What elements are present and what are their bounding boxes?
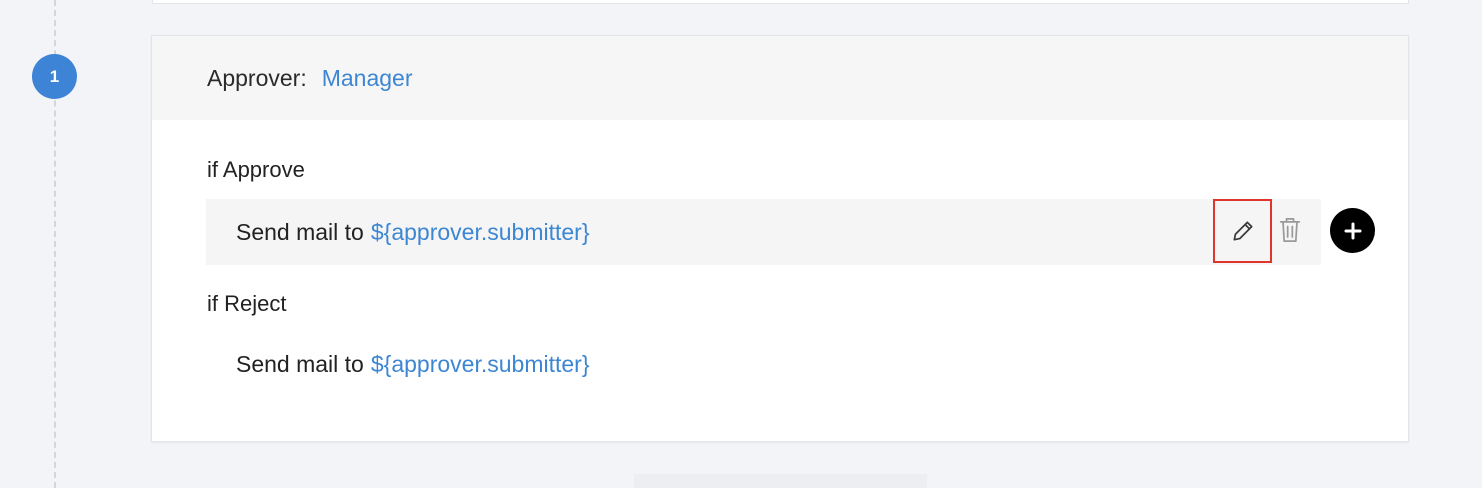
next-element-stub <box>634 474 927 488</box>
approve-action-row[interactable]: Send mail to ${approver.submitter} <box>206 199 1321 265</box>
reject-action-row[interactable]: Send mail to ${approver.submitter} <box>206 331 1321 397</box>
step-number-badge: 1 <box>32 54 77 99</box>
approver-label: Approver: <box>207 64 307 91</box>
delete-action-button[interactable] <box>1276 213 1304 247</box>
action-prefix: Send mail to <box>236 350 364 377</box>
add-action-button[interactable] <box>1330 208 1375 253</box>
approval-step-card: Approver: Manager if Approve Send mail t… <box>151 35 1409 442</box>
edit-action-button[interactable] <box>1213 199 1272 263</box>
workflow-canvas: 1 Approver: Manager if Approve Send mail… <box>0 0 1482 488</box>
trash-icon <box>1279 218 1301 242</box>
plus-icon <box>1344 222 1361 239</box>
approve-section-title: if Approve <box>207 157 305 182</box>
reject-section-title: if Reject <box>207 291 287 316</box>
approver-value-link[interactable]: Manager <box>322 65 413 92</box>
step-number: 1 <box>49 66 60 86</box>
previous-card-edge <box>152 0 1409 4</box>
action-variable: ${approver.submitter} <box>370 350 590 377</box>
pencil-icon <box>1232 221 1253 241</box>
approver-header: Approver: Manager <box>152 36 1408 120</box>
action-variable: ${approver.submitter} <box>370 218 590 245</box>
action-prefix: Send mail to <box>236 218 364 245</box>
